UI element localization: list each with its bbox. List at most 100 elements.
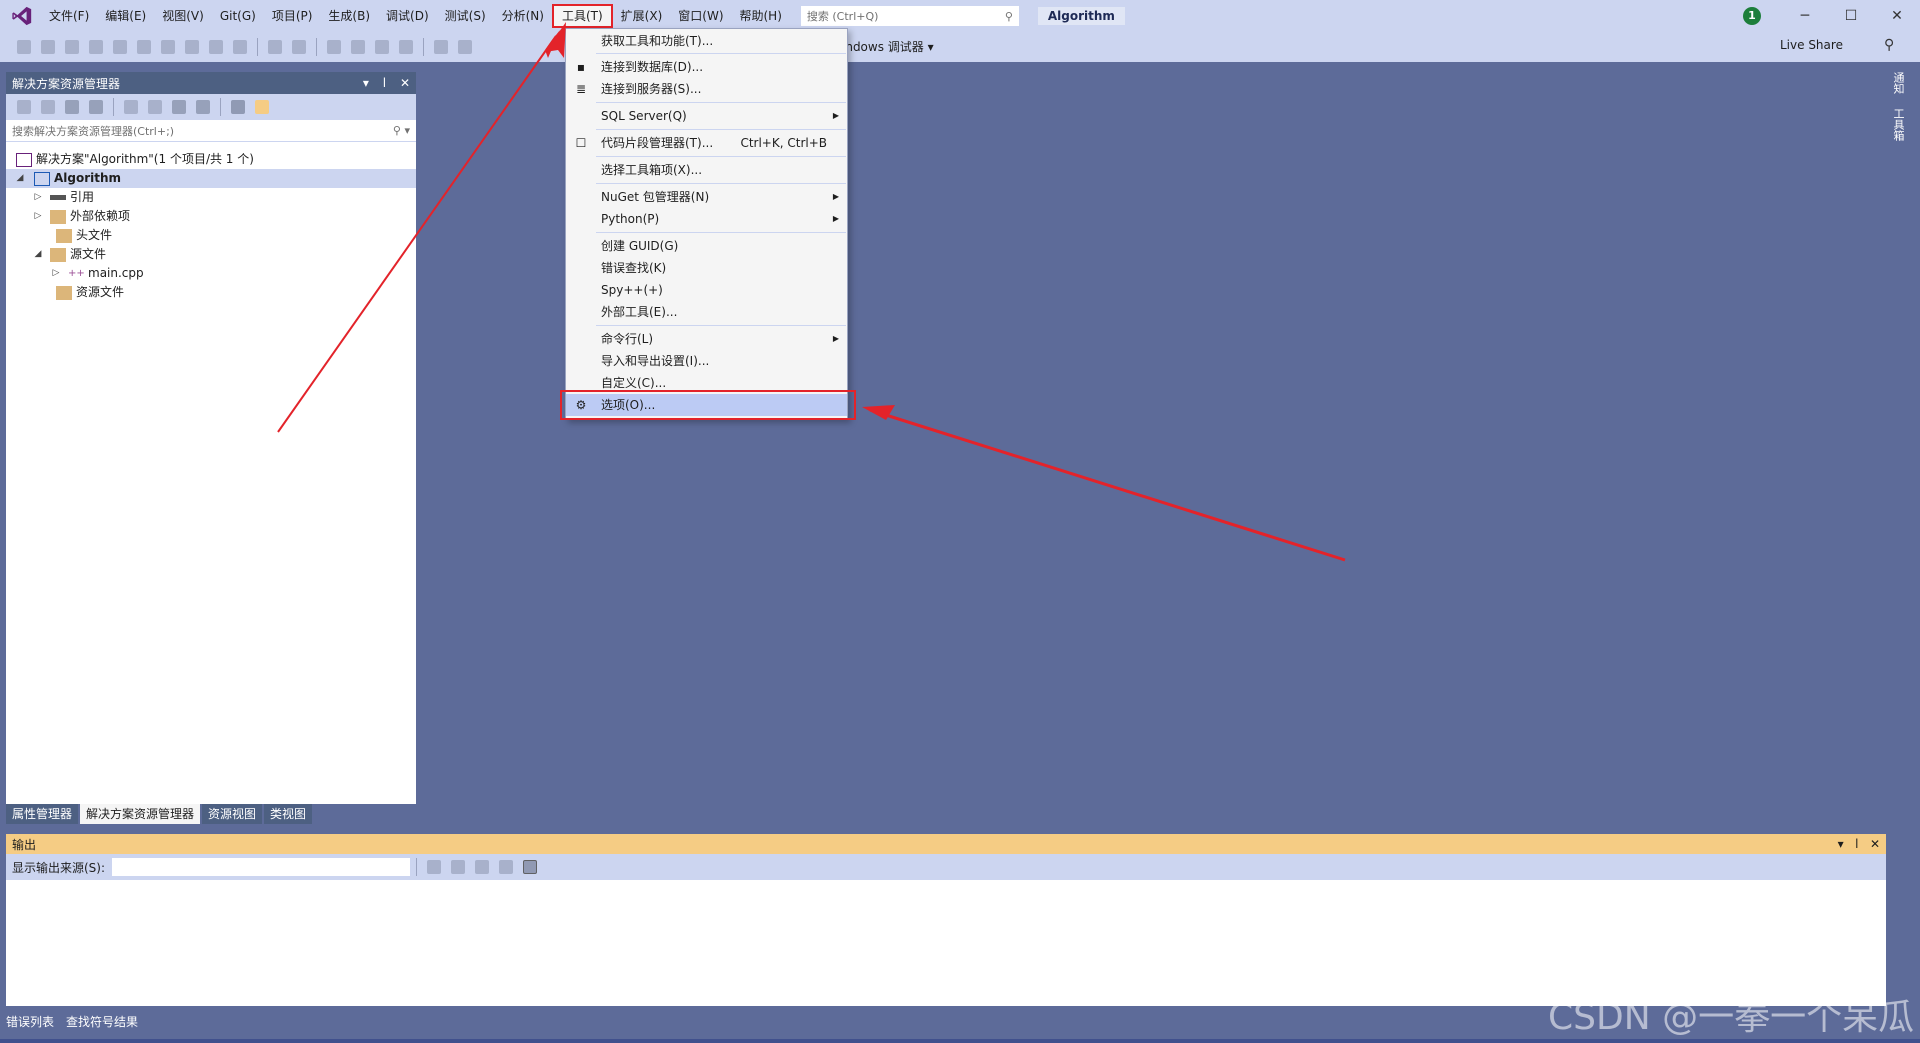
tab-property-manager[interactable]: 属性管理器 [6,804,79,824]
find-message-icon[interactable] [427,860,442,874]
back-icon[interactable] [17,100,31,114]
menu-command-line[interactable]: 命令行(L) ▶ [566,328,847,350]
undo-icon[interactable] [434,40,448,54]
toolbar-icon[interactable] [161,40,175,54]
menu-sql-server[interactable]: SQL Server(Q) ▶ [566,105,847,127]
tree-external-deps[interactable]: ▷ 外部依赖项 [32,207,130,226]
forward-icon[interactable] [41,100,55,114]
menu-edit[interactable]: 编辑(E) [97,4,154,28]
menu-extensions[interactable]: 扩展(X) [613,4,671,28]
live-share-button[interactable]: Live Share [1780,38,1843,52]
close-icon[interactable]: ✕ [1870,837,1880,851]
expanded-arrow-icon[interactable]: ◢ [32,245,44,264]
menu-build[interactable]: 生成(B) [320,4,378,28]
menu-connect-server[interactable]: ≣ 连接到服务器(S)... [566,78,847,100]
feedback-icon[interactable]: ⚲ [1884,37,1894,53]
toolbar-icon[interactable] [233,40,247,54]
forward-icon[interactable] [292,40,306,54]
home-icon[interactable] [65,100,79,114]
close-icon[interactable]: ✕ [1874,0,1920,32]
menu-error-lookup[interactable]: 错误查找(K) [566,257,847,279]
dropdown-icon[interactable]: ▾ [1838,837,1844,851]
menu-separator [596,156,846,157]
menu-analyze[interactable]: 分析(N) [494,4,552,28]
toolbar-icon[interactable] [137,40,151,54]
toolbar-icon[interactable] [89,40,103,54]
dropdown-icon[interactable]: ▾ [363,76,369,90]
menu-nuget[interactable]: NuGet 包管理器(N) ▶ [566,186,847,208]
new-project-icon[interactable] [327,40,341,54]
toolbar-icon[interactable] [185,40,199,54]
close-icon[interactable]: ✕ [400,76,410,90]
open-icon[interactable] [351,40,365,54]
menu-connect-database[interactable]: ▪ 连接到数据库(D)... [566,56,847,78]
redo-icon[interactable] [458,40,472,54]
save-icon[interactable] [375,40,389,54]
tab-error-list[interactable]: 错误列表 [0,1012,60,1032]
preview-icon[interactable] [255,100,269,114]
debugger-dropdown[interactable]: indows 调试器 ▾ [842,38,934,55]
save-all-icon[interactable] [399,40,413,54]
menu-project[interactable]: 项目(P) [264,4,321,28]
tree-main-cpp[interactable]: ▷ ++ main.cpp [50,264,144,283]
menu-external-tools[interactable]: 外部工具(E)... [566,301,847,323]
pin-icon[interactable]: ⅼ [1855,837,1858,851]
menu-git[interactable]: Git(G) [212,4,264,28]
menu-import-export[interactable]: 导入和导出设置(I)... [566,350,847,372]
switch-views-icon[interactable] [89,100,103,114]
collapsed-arrow-icon[interactable]: ▷ [32,188,44,207]
tools-menu-dropdown: 获取工具和功能(T)... ▪ 连接到数据库(D)... ≣ 连接到服务器(S)… [565,28,848,420]
clear-all-icon[interactable] [499,860,514,874]
menu-file[interactable]: 文件(F) [41,4,97,28]
menu-help[interactable]: 帮助(H) [732,4,790,28]
collapsed-arrow-icon[interactable]: ▷ [32,207,44,226]
sync-icon[interactable] [148,100,162,114]
tab-resource-view[interactable]: 资源视图 [202,804,263,824]
tab-class-view[interactable]: 类视图 [264,804,313,824]
toolbar-icon[interactable] [209,40,223,54]
word-wrap-icon[interactable] [523,860,538,874]
pin-icon[interactable]: ⅼ [383,76,386,90]
menu-debug[interactable]: 调试(D) [378,4,437,28]
minimize-icon[interactable]: ─ [1782,0,1828,32]
tab-solution-explorer[interactable]: 解决方案资源管理器 [80,804,201,824]
toolbar-icon[interactable] [113,40,127,54]
maximize-icon[interactable]: ☐ [1828,0,1874,32]
tree-source-files[interactable]: ◢ 源文件 [32,245,106,264]
properties-wrench-icon[interactable] [231,100,245,114]
tree-project-algorithm[interactable]: ◢ Algorithm [6,169,416,188]
tree-resource-files[interactable]: 资源文件 [44,283,124,302]
menu-python[interactable]: Python(P) ▶ [566,208,847,230]
pending-changes-icon[interactable] [124,100,138,114]
previous-message-icon[interactable] [451,860,466,874]
menu-test[interactable]: 测试(S) [437,4,494,28]
menu-get-tools[interactable]: 获取工具和功能(T)... [566,30,847,52]
expanded-arrow-icon[interactable]: ◢ [14,169,26,188]
menu-window[interactable]: 窗口(W) [670,4,731,28]
tree-references[interactable]: ▷ 引用 [32,188,94,207]
menu-view[interactable]: 视图(V) [154,4,212,28]
collapse-all-icon[interactable] [172,100,186,114]
tree-solution[interactable]: 解决方案"Algorithm"(1 个项目/共 1 个) [16,150,254,169]
menu-spy[interactable]: Spy++(+) [566,279,847,301]
toolbox-tab[interactable]: 工具箱 [1890,108,1906,141]
menu-choose-toolbox[interactable]: 选择工具箱项(X)... [566,159,847,181]
solution-explorer-header: 解决方案资源管理器 ▾ ⅼ ✕ [6,72,416,94]
search-input[interactable]: 搜索 (Ctrl+Q) ⚲ [799,5,1020,27]
toolbar-icon[interactable] [41,40,55,54]
solution-search-input[interactable]: 搜索解决方案资源管理器(Ctrl+;) ⚲ ▾ [6,120,416,142]
output-source-select[interactable] [111,857,412,877]
toolbar-icon[interactable] [65,40,79,54]
show-all-files-icon[interactable] [196,100,210,114]
toolbar-icon[interactable] [17,40,31,54]
next-message-icon[interactable] [475,860,490,874]
tab-find-symbol-results[interactable]: 查找符号结果 [60,1012,144,1032]
menu-code-snippets[interactable]: ☐ 代码片段管理器(T)... Ctrl+K, Ctrl+B [566,132,847,154]
back-icon[interactable] [268,40,282,54]
collapsed-arrow-icon[interactable]: ▷ [50,264,62,283]
menu-create-guid[interactable]: 创建 GUID(G) [566,235,847,257]
tree-header-files[interactable]: 头文件 [44,226,112,245]
notification-badge[interactable]: 1 [1743,7,1761,25]
menu-tools[interactable]: 工具(T) [551,4,613,28]
notifications-tab[interactable]: 通知 [1890,72,1906,94]
